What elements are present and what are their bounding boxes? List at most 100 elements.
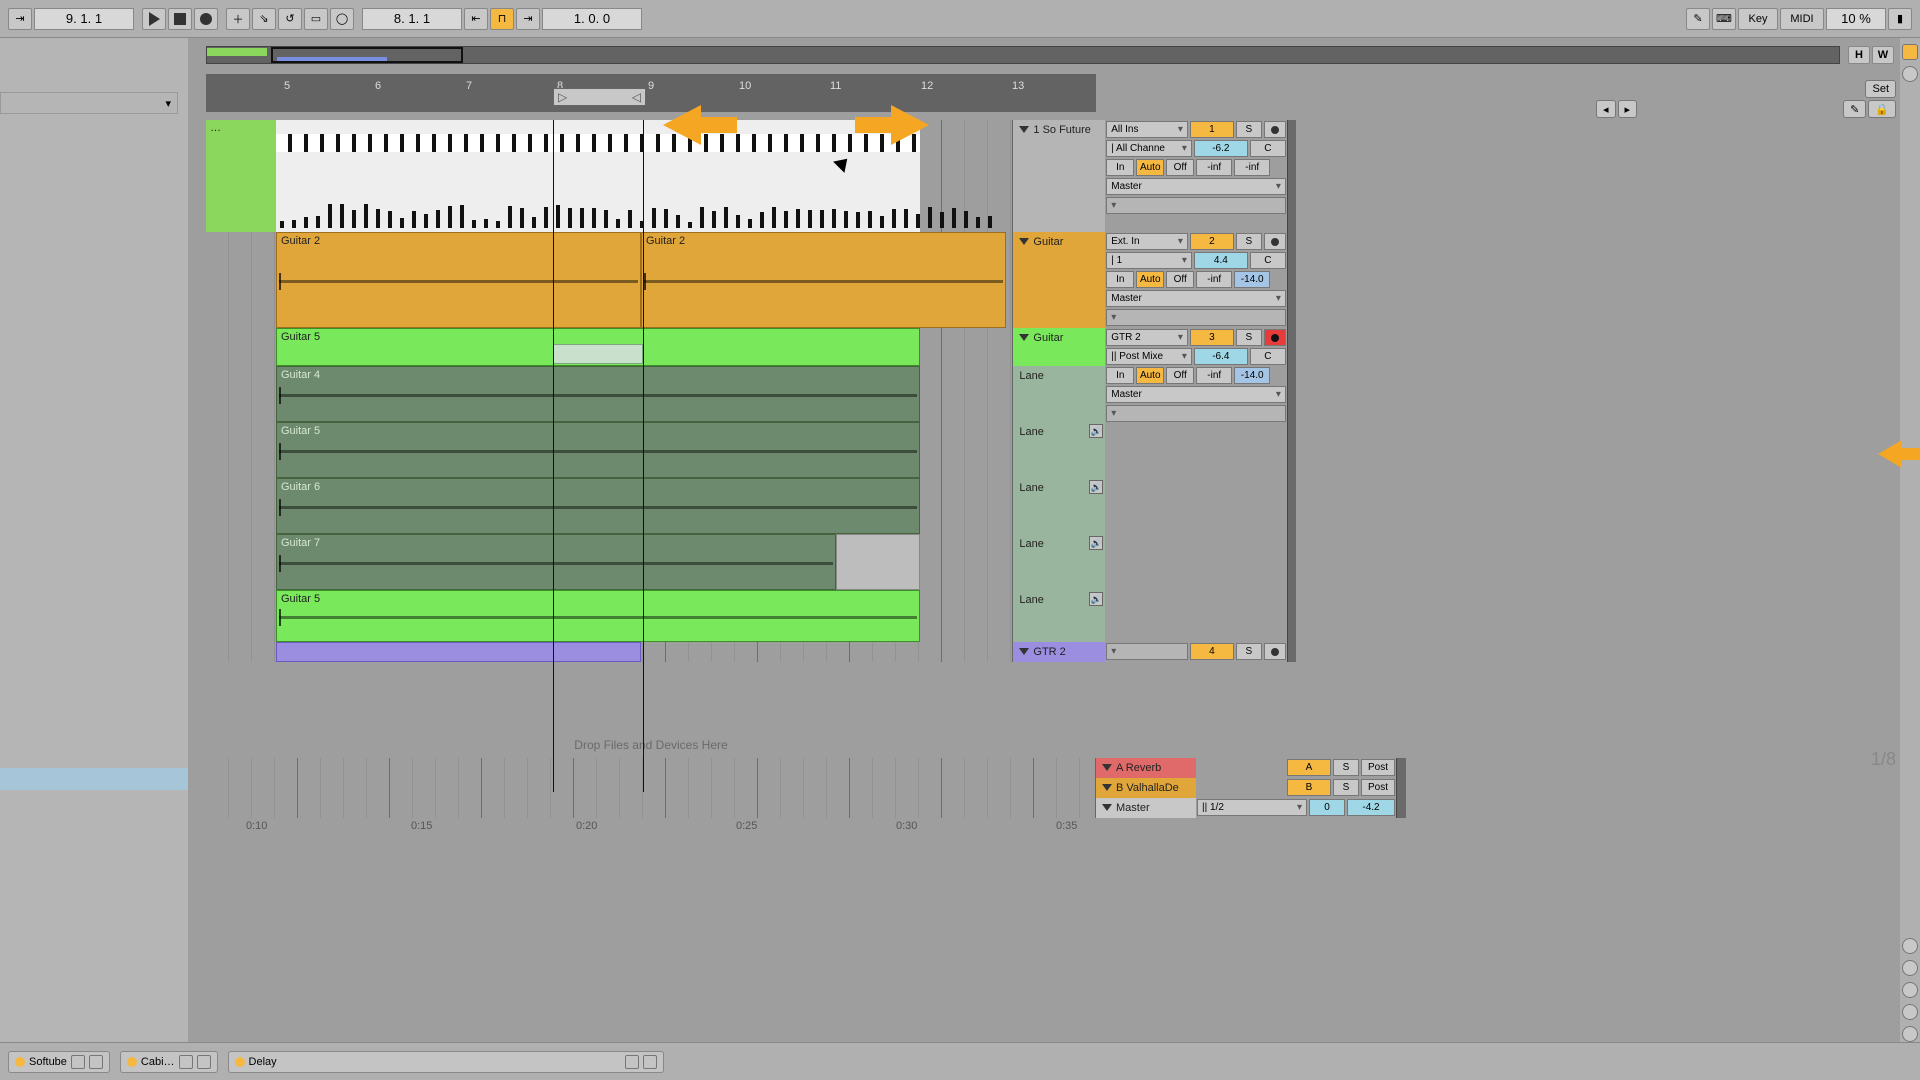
- arm-button[interactable]: [1264, 643, 1286, 660]
- take-clip[interactable]: Guitar 4: [276, 366, 920, 422]
- track-number[interactable]: 2: [1190, 233, 1234, 250]
- track-volume[interactable]: -6.4: [1194, 348, 1248, 365]
- lane-header[interactable]: Lane: [1013, 366, 1105, 422]
- clip-area[interactable]: Guitar 5: [206, 328, 1013, 366]
- device-chip[interactable]: Cabi…: [120, 1051, 218, 1073]
- loop-start[interactable]: 8. 1. 1: [362, 8, 462, 30]
- monitor-auto[interactable]: Auto: [1136, 271, 1164, 288]
- arrangement-overview[interactable]: [206, 46, 1840, 64]
- track-header[interactable]: Guitar: [1013, 328, 1105, 366]
- audio-clip[interactable]: Guitar 2: [276, 232, 641, 328]
- menu-icon[interactable]: [1902, 44, 1918, 60]
- track-pan[interactable]: C: [1250, 252, 1286, 269]
- lock-envelopes-button[interactable]: 🔒: [1868, 100, 1896, 118]
- fold-icon[interactable]: [1019, 238, 1029, 245]
- take-clip[interactable]: Guitar 5: [276, 422, 920, 478]
- record-button[interactable]: [194, 8, 218, 30]
- fold-icon[interactable]: [1019, 126, 1029, 133]
- overdub-button[interactable]: ＋: [226, 8, 250, 30]
- arm-button[interactable]: [1264, 233, 1286, 250]
- output-channel[interactable]: [1106, 309, 1286, 326]
- master-output[interactable]: || 1/2: [1197, 799, 1307, 816]
- input-type[interactable]: Ext. In: [1106, 233, 1188, 250]
- empty-region[interactable]: [836, 534, 920, 590]
- group-clip[interactable]: [276, 642, 641, 662]
- input-type[interactable]: GTR 2: [1106, 329, 1188, 346]
- speaker-icon[interactable]: 🔊: [1089, 480, 1103, 494]
- loop-toggle[interactable]: ⊓: [490, 8, 514, 30]
- punch-out-button[interactable]: ⇥: [516, 8, 540, 30]
- track-header[interactable]: A Reverb: [1096, 758, 1196, 778]
- device-enable-icon[interactable]: [127, 1057, 137, 1067]
- device-ctl-icon[interactable]: [197, 1055, 211, 1069]
- track-volume[interactable]: 4.4: [1194, 252, 1248, 269]
- fold-icon[interactable]: [1102, 764, 1112, 771]
- track-header[interactable]: 1 So Future: [1013, 120, 1105, 232]
- device-ctl-icon[interactable]: [89, 1055, 103, 1069]
- loop-length[interactable]: 1. 0. 0: [542, 8, 642, 30]
- midi-clip[interactable]: …: [206, 120, 276, 232]
- clip-area[interactable]: Guitar 5: [206, 422, 1013, 478]
- track-number[interactable]: 1: [1190, 121, 1234, 138]
- arrangement-position[interactable]: 9. 1. 1: [34, 8, 134, 30]
- midi-clip[interactable]: [276, 120, 920, 232]
- full-width-button[interactable]: W: [1872, 46, 1894, 64]
- lane-header[interactable]: Lane🔊: [1013, 534, 1105, 590]
- device-chip[interactable]: Delay: [228, 1051, 664, 1073]
- loop-brace[interactable]: ▷◁: [553, 88, 646, 106]
- monitor-auto[interactable]: Auto: [1136, 367, 1164, 384]
- play-button[interactable]: [142, 8, 166, 30]
- solo-button[interactable]: S: [1236, 121, 1262, 138]
- output-routing[interactable]: Master: [1106, 386, 1286, 403]
- track-volume[interactable]: -6.2: [1194, 140, 1248, 157]
- pre-post-toggle[interactable]: Post: [1361, 779, 1395, 796]
- output-routing[interactable]: Master: [1106, 290, 1286, 307]
- input-channel[interactable]: | 1: [1106, 252, 1192, 269]
- follow-toggle[interactable]: ⇥: [8, 8, 32, 30]
- loop-start-marker[interactable]: [553, 120, 554, 792]
- bar-ruler[interactable]: 5 6 7 8 9 10 11 12 13: [206, 74, 1096, 112]
- device-ctl-icon[interactable]: [643, 1055, 657, 1069]
- sends-toggle[interactable]: [1902, 938, 1918, 954]
- clip-area[interactable]: [206, 642, 1013, 662]
- arm-button[interactable]: [1264, 329, 1286, 346]
- fold-icon[interactable]: [1019, 648, 1029, 655]
- clip-area[interactable]: Guitar 2 Guitar 2: [206, 232, 1013, 328]
- clip-area[interactable]: [206, 798, 1096, 818]
- monitor-off[interactable]: Off: [1166, 159, 1194, 176]
- send-a[interactable]: -inf: [1196, 367, 1232, 384]
- input-channel[interactable]: | All Channe: [1106, 140, 1192, 157]
- clip-area[interactable]: [206, 758, 1096, 778]
- monitor-in[interactable]: In: [1106, 367, 1134, 384]
- lane-header[interactable]: Lane🔊: [1013, 422, 1105, 478]
- track-number[interactable]: 4: [1190, 643, 1234, 660]
- device-ctl-icon[interactable]: [625, 1055, 639, 1069]
- punch-in-button[interactable]: ⇤: [464, 8, 488, 30]
- clip-area[interactable]: Guitar 5: [206, 590, 1013, 642]
- fold-icon[interactable]: [1102, 784, 1112, 791]
- device-chip[interactable]: Softube: [8, 1051, 110, 1073]
- solo-button[interactable]: S: [1236, 329, 1262, 346]
- delay-toggle[interactable]: [1902, 1026, 1918, 1042]
- take-clip[interactable]: Guitar 5: [276, 590, 920, 642]
- prev-locator-button[interactable]: ◂: [1596, 100, 1616, 118]
- input-type[interactable]: All Ins: [1106, 121, 1188, 138]
- solo-button[interactable]: S: [1333, 779, 1359, 796]
- draw-mode-button[interactable]: ✎: [1686, 8, 1710, 30]
- session-record-button[interactable]: ◯: [330, 8, 354, 30]
- input-channel[interactable]: || Post Mixe: [1106, 348, 1192, 365]
- lane-header[interactable]: Lane🔊: [1013, 590, 1105, 642]
- stop-button[interactable]: [168, 8, 192, 30]
- automation-arm-button[interactable]: ⇘: [252, 8, 276, 30]
- monitor-in[interactable]: In: [1106, 271, 1134, 288]
- browser-selection[interactable]: [0, 768, 188, 790]
- cue-volume[interactable]: 0: [1309, 799, 1345, 816]
- send-b[interactable]: -inf: [1234, 159, 1270, 176]
- drop-zone[interactable]: Drop Files and Devices Here: [206, 734, 1096, 756]
- audio-clip[interactable]: Guitar 2: [641, 232, 1006, 328]
- track-header[interactable]: Guitar: [1013, 232, 1105, 328]
- crossfade-toggle[interactable]: [1902, 1004, 1918, 1020]
- track-pan[interactable]: C: [1250, 140, 1286, 157]
- arm-button[interactable]: [1264, 121, 1286, 138]
- output-channel[interactable]: [1106, 405, 1286, 422]
